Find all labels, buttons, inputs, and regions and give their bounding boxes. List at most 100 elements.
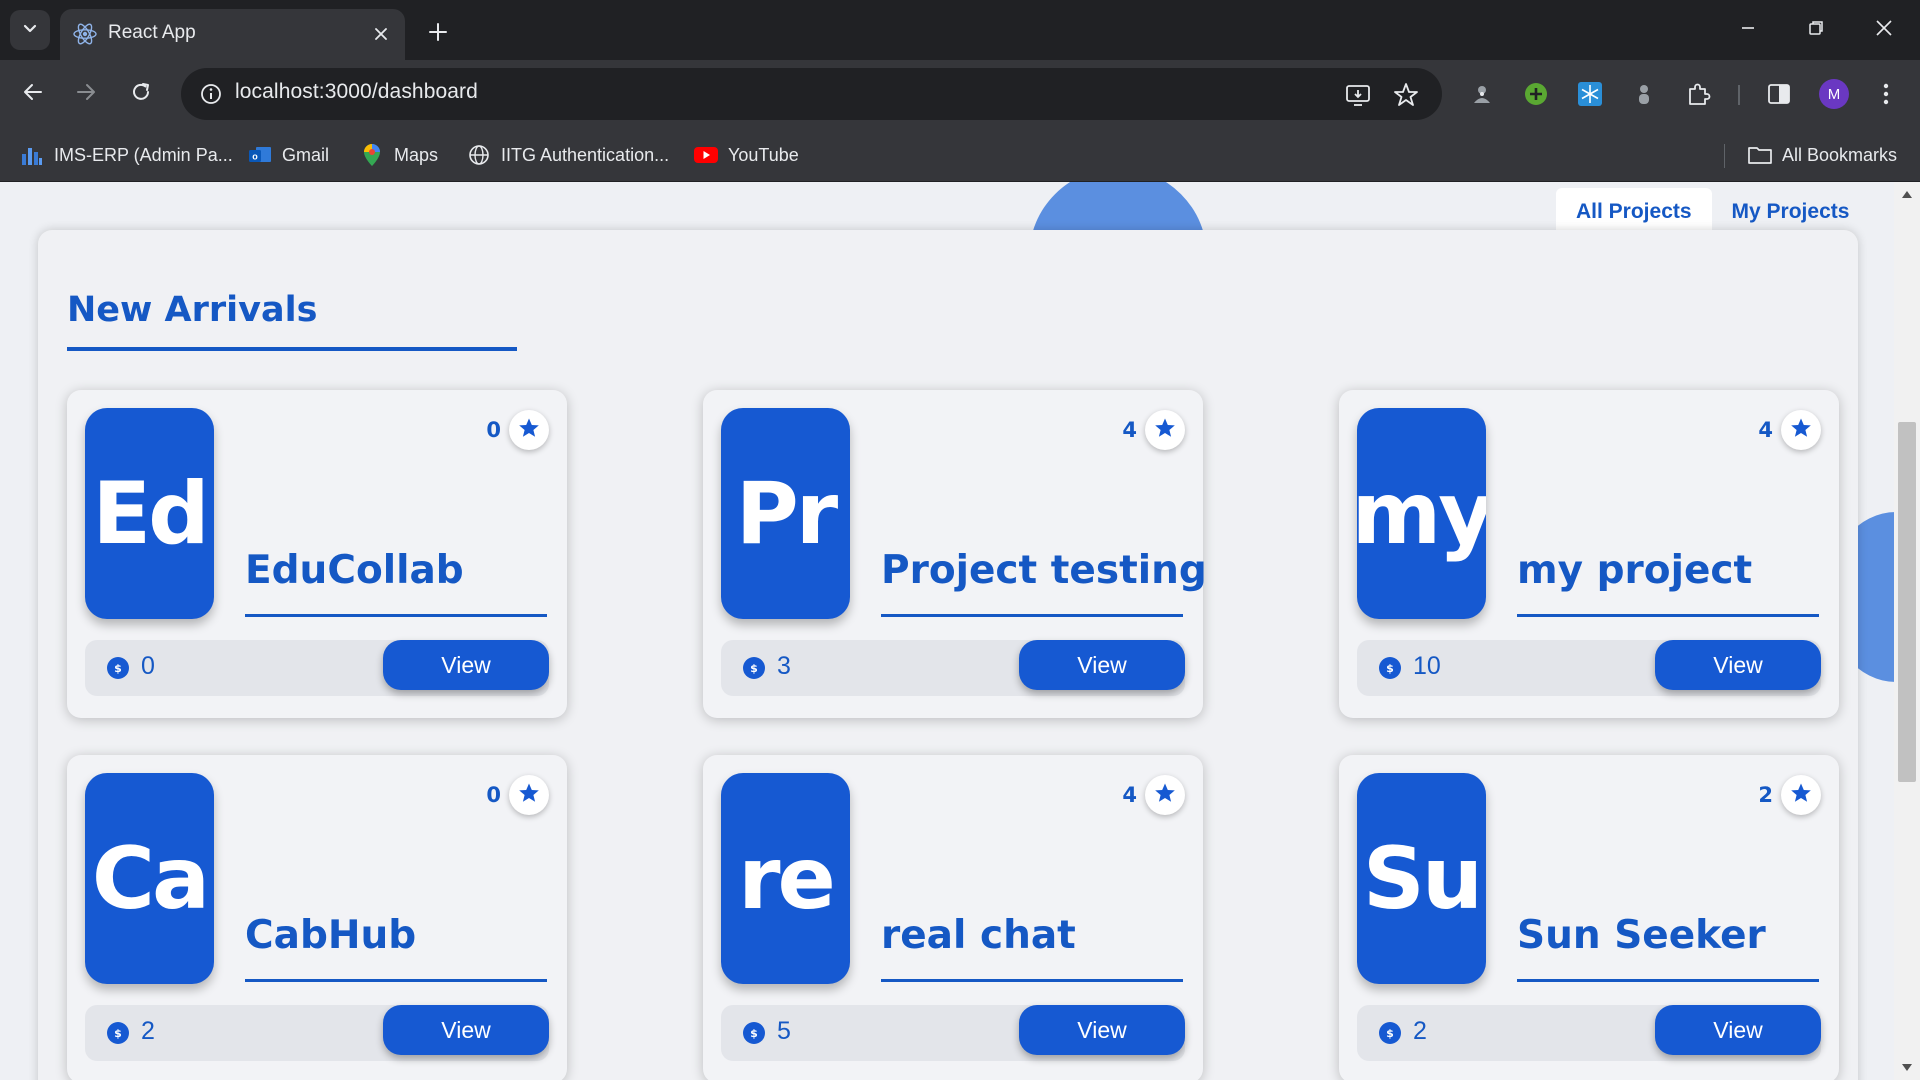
coin-value: 5 (777, 1017, 791, 1045)
project-name: CabHub (245, 913, 417, 958)
tab-strip: React App (0, 0, 1920, 60)
tab-close-icon[interactable] (369, 22, 393, 46)
star-icon (1154, 417, 1176, 443)
back-button[interactable] (13, 74, 53, 114)
project-rating: 2 (1758, 775, 1821, 815)
bookmarks-separator (1724, 144, 1725, 168)
restore-icon (1808, 20, 1824, 40)
browser-tab-active[interactable]: React App (60, 9, 405, 60)
reload-button[interactable] (121, 74, 161, 114)
coin-value: 0 (141, 652, 155, 680)
address-bar[interactable]: localhost:3000/dashboard (181, 68, 1442, 120)
coin-value: 2 (1413, 1017, 1427, 1045)
forward-button[interactable] (66, 74, 106, 114)
bookmark-label: IITG Authentication... (501, 144, 670, 165)
card-divider (881, 979, 1183, 982)
star-button[interactable] (1145, 410, 1185, 450)
project-card: Ed 0 EduCollab $ 0 View (67, 390, 567, 718)
extension-plus-icon[interactable] (1518, 76, 1554, 112)
chevron-down-icon (21, 19, 39, 41)
bookmark-label: IMS-ERP (Admin Pa... (54, 144, 233, 165)
new-tab-button[interactable] (420, 16, 456, 52)
all-bookmarks-label: All Bookmarks (1782, 144, 1898, 165)
coin-icon: $ (743, 657, 765, 679)
url-text: localhost:3000/dashboard (235, 80, 478, 103)
reload-icon (130, 81, 152, 107)
star-button[interactable] (1145, 775, 1185, 815)
minimize-icon (1740, 20, 1756, 40)
install-app-icon[interactable] (1343, 80, 1373, 110)
project-rating: 4 (1758, 410, 1821, 450)
bookmark-star-icon[interactable] (1391, 80, 1421, 110)
arrow-right-icon (75, 81, 97, 107)
project-name: EduCollab (245, 548, 464, 593)
star-button[interactable] (509, 775, 549, 815)
view-project-button[interactable]: View (1655, 1005, 1821, 1055)
project-initials-tile: my (1357, 408, 1486, 619)
section-title: New Arrivals (67, 290, 318, 330)
bookmark-maps[interactable]: Maps (360, 141, 438, 169)
card-footer: $ 2 View (1357, 1005, 1821, 1061)
extension-avatar-icon[interactable] (1464, 76, 1500, 112)
all-bookmarks-button[interactable]: All Bookmarks (1748, 141, 1897, 169)
project-initials-tile: Pr (721, 408, 850, 619)
card-divider (245, 614, 547, 617)
bookmark-label: Gmail (282, 144, 330, 165)
star-button[interactable] (509, 410, 549, 450)
rating-count: 4 (1758, 418, 1773, 442)
project-name: Sun Seeker (1517, 913, 1766, 958)
coin-icon: $ (1379, 1022, 1401, 1044)
close-icon (1875, 19, 1893, 41)
bookmark-gmail[interactable]: o Gmail (248, 141, 329, 169)
project-view-tabs: All Projects My Projects (1556, 188, 1869, 236)
scrollbar-thumb[interactable] (1898, 422, 1916, 782)
coin-icon: $ (107, 657, 129, 679)
project-initials-tile: Su (1357, 773, 1486, 984)
card-footer: $ 0 View (85, 640, 549, 696)
maps-pin-icon (360, 143, 384, 167)
menu-kebab-icon[interactable] (1868, 76, 1904, 112)
star-icon (1790, 782, 1812, 808)
bookmark-iitg[interactable]: IITG Authentication... (467, 141, 669, 169)
project-rating: 4 (1122, 410, 1185, 450)
card-divider (881, 614, 1183, 617)
tab-my-projects[interactable]: My Projects (1712, 188, 1870, 236)
restore-button[interactable] (1794, 10, 1838, 50)
tab-all-projects[interactable]: All Projects (1556, 188, 1712, 236)
bar-chart-icon (20, 143, 44, 167)
view-project-button[interactable]: View (1019, 1005, 1185, 1055)
card-footer: $ 2 View (85, 1005, 549, 1061)
side-panel-icon[interactable] (1761, 76, 1797, 112)
card-divider (245, 979, 547, 982)
scroll-down-arrow-icon[interactable] (1901, 1062, 1913, 1074)
star-button[interactable] (1781, 410, 1821, 450)
star-icon (518, 782, 540, 808)
page-scrollbar[interactable] (1894, 182, 1920, 1080)
minimize-button[interactable] (1726, 10, 1770, 50)
close-window-button[interactable] (1862, 10, 1906, 50)
profile-avatar[interactable]: M (1819, 79, 1849, 109)
extension-snowflake-icon[interactable] (1572, 76, 1608, 112)
star-icon (518, 417, 540, 443)
tab-search-button[interactable] (10, 10, 50, 50)
card-divider (1517, 614, 1819, 617)
bookmark-label: YouTube (728, 144, 799, 165)
plus-icon (428, 22, 448, 46)
project-initials-tile: re (721, 773, 850, 984)
site-info-icon[interactable] (197, 80, 225, 108)
view-project-button[interactable]: View (383, 640, 549, 690)
view-project-button[interactable]: View (1019, 640, 1185, 690)
coin-icon: $ (1379, 657, 1401, 679)
rating-count: 2 (1758, 783, 1773, 807)
view-project-button[interactable]: View (1655, 640, 1821, 690)
bookmark-youtube[interactable]: YouTube (694, 141, 799, 169)
star-button[interactable] (1781, 775, 1821, 815)
view-project-button[interactable]: View (383, 1005, 549, 1055)
folder-icon (1748, 143, 1772, 167)
bookmark-ims-erp[interactable]: IMS-ERP (Admin Pa... (20, 141, 233, 169)
tab-title: React App (108, 22, 196, 43)
coin-value: 2 (141, 1017, 155, 1045)
extension-person-icon[interactable] (1626, 76, 1662, 112)
extensions-puzzle-icon[interactable] (1681, 76, 1717, 112)
scroll-up-arrow-icon[interactable] (1901, 188, 1913, 200)
